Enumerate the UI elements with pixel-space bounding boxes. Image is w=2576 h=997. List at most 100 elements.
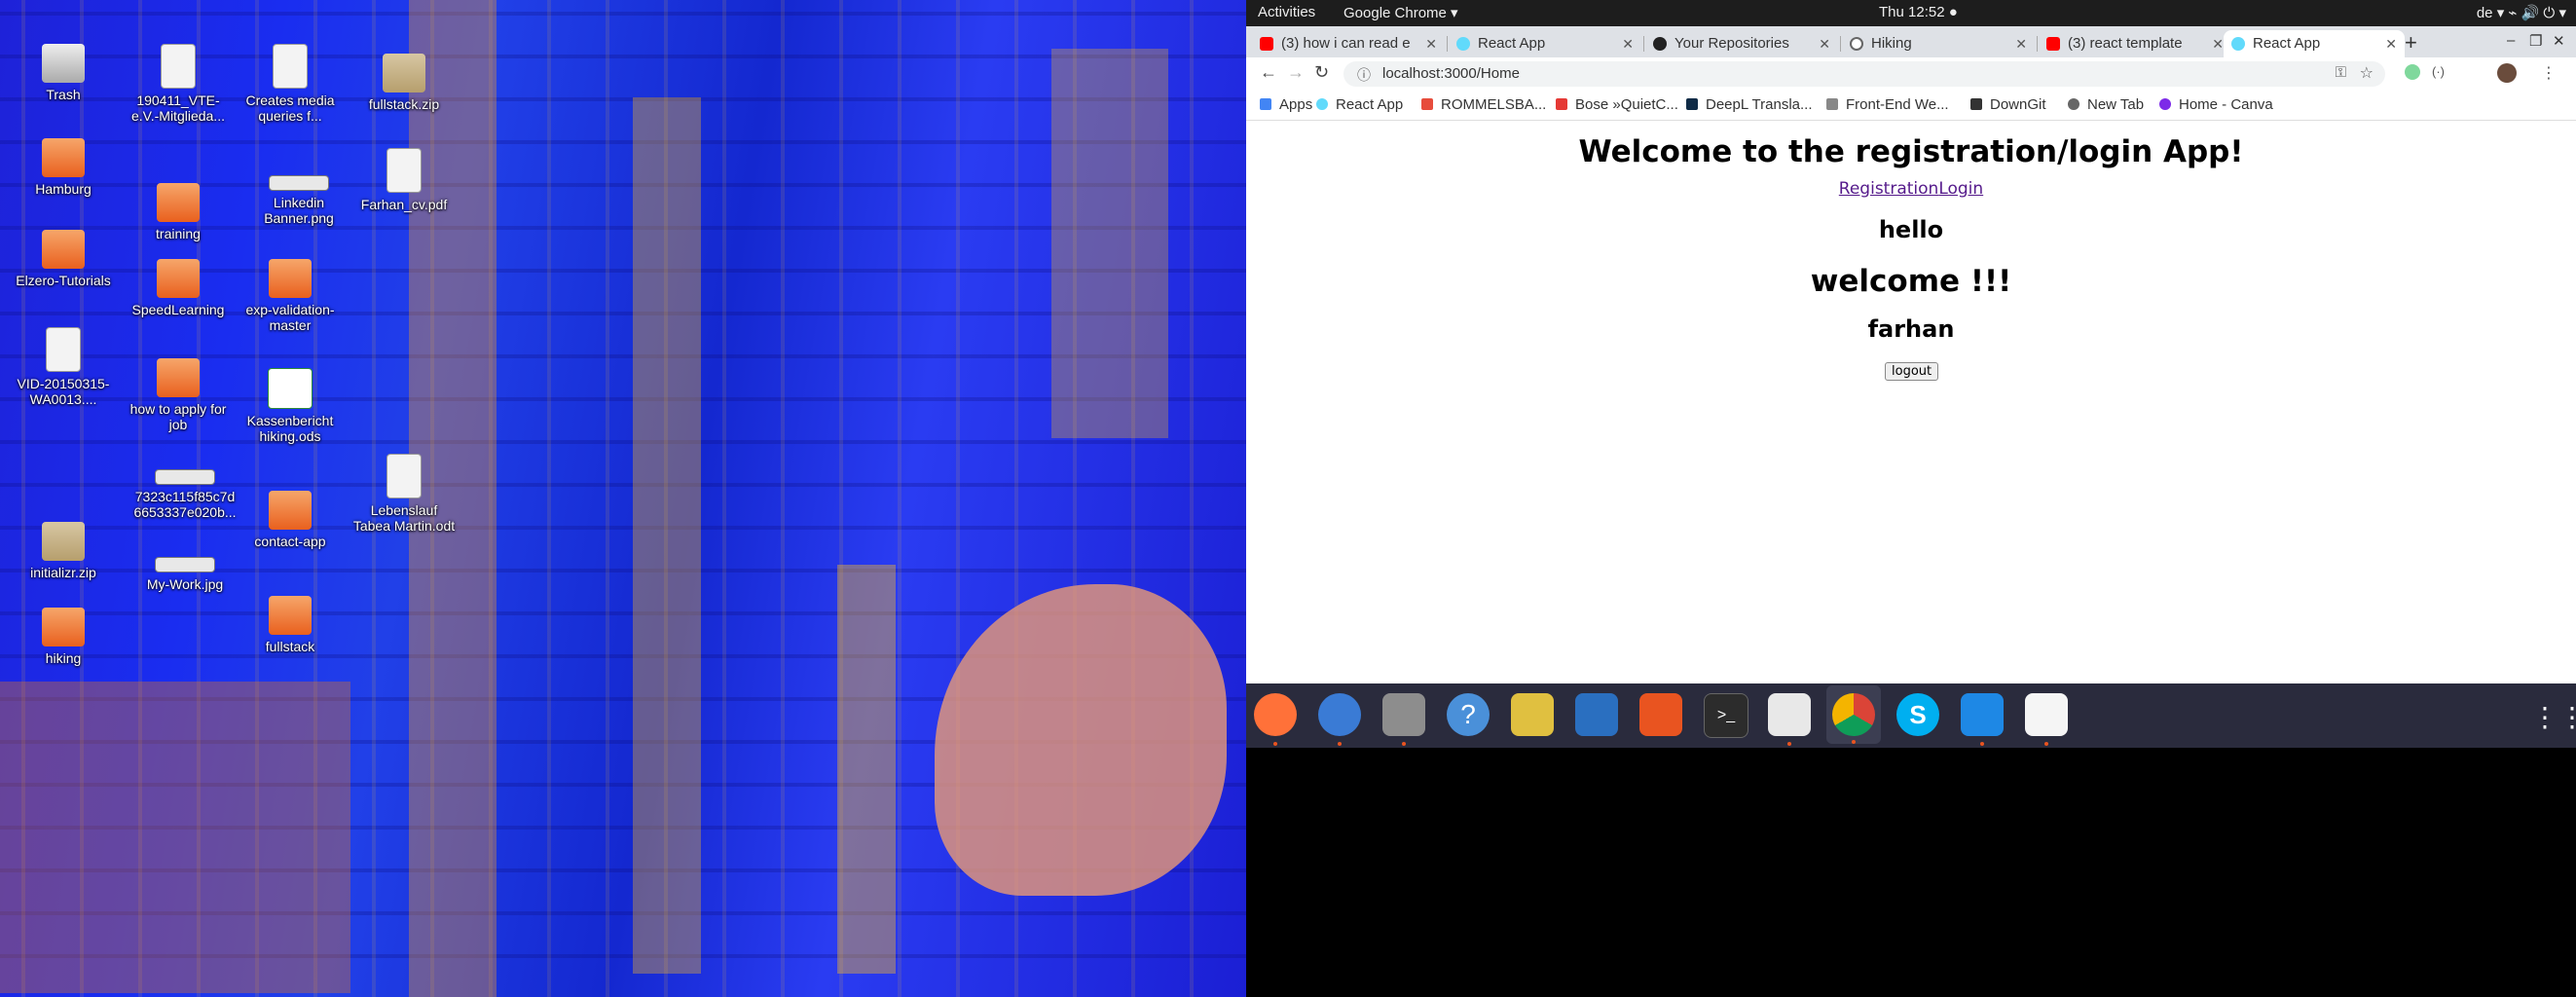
desktop-icon-video[interactable]: VID-20150315-WA0013.... [10, 327, 117, 407]
desktop-icon-image[interactable]: My-Work.jpg [131, 557, 239, 592]
tab-separator [1840, 36, 1841, 52]
files-icon[interactable] [1382, 693, 1425, 746]
welcome-heading: welcome !!! [1810, 264, 2012, 299]
desktop-icon-zip[interactable]: initializr.zip [10, 522, 117, 580]
image-icon [155, 469, 215, 485]
desktop-icon-label: Kassenbericht hiking.ods [246, 413, 334, 444]
login-link[interactable]: Login [1938, 179, 1983, 199]
image-icon [269, 175, 329, 191]
browser-tab[interactable]: (3) react template ✕ [2039, 30, 2231, 57]
folder-icon [42, 138, 85, 177]
rhythmbox-icon[interactable] [1511, 693, 1554, 736]
desktop-icon-folder[interactable]: training [125, 183, 232, 241]
wallpaper-stripe [633, 97, 701, 974]
system-tray[interactable]: de ▾ ⌁ 🔊 ⏻ ▾ [2477, 4, 2566, 21]
desktop-icon-folder[interactable]: how to apply for job [125, 358, 232, 432]
desktop-icon-label: Farhan_cv.pdf [360, 197, 448, 212]
browser-tab[interactable]: (3) how i can read e ✕ [1252, 30, 1445, 57]
desktop-icon-image[interactable]: 7323c115f85c7d6653337e020b... [131, 469, 239, 520]
youtube-icon [2046, 37, 2060, 51]
help-icon[interactable]: ? [1447, 693, 1490, 736]
running-indicator [1273, 742, 1277, 746]
forward-icon[interactable]: → [1287, 62, 1305, 83]
desktop-icon-document[interactable]: Creates media queries f... [237, 44, 344, 124]
browser-tab[interactable]: Hiking ✕ [1842, 30, 2035, 57]
desktop-icon-folder[interactable]: Hamburg [10, 138, 117, 197]
running-indicator [1402, 742, 1406, 746]
browser-tab[interactable]: React App ✕ [1449, 30, 1641, 57]
desktop-icon-label: 190411_VTE-e.V.-Mitglieda... [131, 92, 225, 124]
desktop-icon-trash[interactable]: Trash [10, 44, 117, 102]
running-indicator [1338, 742, 1342, 746]
desktop-icon-folder[interactable]: hiking [10, 608, 117, 666]
desktop-icon-document[interactable]: Lebenslauf Tabea Martin.odt [350, 454, 458, 534]
back-icon[interactable]: ← [1260, 62, 1277, 83]
desktop-icon-folder[interactable]: SpeedLearning [125, 259, 232, 317]
software-icon[interactable] [1639, 693, 1682, 736]
tab-separator [2037, 36, 2038, 52]
running-indicator [1852, 740, 1856, 744]
bookmark-item[interactable]: React App [1316, 96, 1403, 113]
page-content: Welcome to the registration/login App! R… [1246, 121, 2576, 683]
desktop-icon-folder[interactable]: Elzero-Tutorials [10, 230, 117, 288]
star-icon[interactable]: ☆ [2360, 63, 2374, 83]
desktop-icon-label: Lebenslauf Tabea Martin.odt [352, 502, 456, 534]
image-icon [155, 557, 215, 572]
activities-button[interactable]: Activities [1258, 4, 1315, 20]
registration-link[interactable]: Registration [1839, 179, 1939, 199]
browser-tab-active[interactable]: React App ✕ [2224, 30, 2405, 57]
close-icon[interactable]: ✕ [2015, 30, 2027, 57]
clock[interactable]: Thu 12:52 ● [1879, 4, 1958, 20]
bookmark-item[interactable]: DownGit [1970, 96, 2046, 113]
new-tab-button[interactable]: + [2405, 30, 2417, 55]
bookmark-apps[interactable]: Apps [1260, 96, 1312, 113]
address-bar[interactable]: ⓘ localhost:3000/Home ⚿ ☆ [1343, 61, 2385, 87]
desktop-icon-label: Creates media queries f... [245, 92, 335, 124]
close-window-icon[interactable]: ✕ [2553, 32, 2565, 50]
bookmark-item[interactable]: Front-End We... [1826, 96, 1949, 113]
extension-icon[interactable]: (·) [2432, 64, 2445, 79]
reload-icon[interactable]: ↻ [1314, 62, 1329, 83]
bookmark-item[interactable]: ROMMELSBA... [1421, 96, 1546, 113]
desktop-icon-folder[interactable]: exp-validation-master [237, 259, 344, 333]
thunderbird-icon[interactable] [1318, 693, 1361, 746]
chrome-window: (3) how i can read e ✕ React App ✕ Your … [1246, 26, 2576, 683]
desktop-icon-image[interactable]: Linkedin Banner.png [245, 175, 352, 226]
desktop-icon-spreadsheet[interactable]: Kassenbericht hiking.ods [237, 368, 344, 444]
bookmark-item[interactable]: Home - Canva [2159, 96, 2273, 113]
slack-icon[interactable] [1768, 693, 1811, 746]
browser-tab[interactable]: Your Repositories ✕ [1645, 30, 1838, 57]
chrome-active-slot[interactable] [1826, 685, 1881, 744]
desktop-icon-zip[interactable]: fullstack.zip [350, 54, 458, 112]
terminal-icon[interactable]: >_ [1704, 693, 1748, 738]
avatar[interactable] [2497, 63, 2517, 83]
extension-icon[interactable] [2405, 64, 2420, 80]
writer-icon[interactable] [1575, 693, 1618, 736]
bookmark-item[interactable]: Bose »QuietC... [1556, 96, 1678, 113]
firefox-icon[interactable] [1254, 693, 1297, 746]
key-icon[interactable]: ⚿ [2336, 64, 2346, 81]
bookmark-item[interactable]: DeepL Transla... [1686, 96, 1813, 113]
menu-icon[interactable]: ⋮ [2541, 63, 2557, 83]
vscode-icon[interactable] [1961, 693, 2004, 746]
desktop-icon-folder[interactable]: fullstack [237, 596, 344, 654]
desktop-icon-document[interactable]: 190411_VTE-e.V.-Mitglieda... [125, 44, 232, 124]
bookmark-item[interactable]: New Tab [2068, 96, 2144, 113]
desktop-icon-pdf[interactable]: Farhan_cv.pdf [350, 148, 458, 212]
close-icon[interactable]: ✕ [2385, 30, 2397, 57]
close-icon[interactable]: ✕ [1819, 30, 1830, 57]
close-icon[interactable]: ✕ [1622, 30, 1634, 57]
logout-button[interactable]: logout [1885, 362, 1939, 381]
deepl-icon [1686, 98, 1698, 110]
document-viewer-icon[interactable] [2025, 693, 2068, 746]
close-icon[interactable]: ✕ [2212, 30, 2224, 57]
minimize-icon[interactable]: – [2507, 32, 2515, 49]
desktop-icon-folder[interactable]: contact-app [237, 491, 344, 549]
info-icon[interactable]: ⓘ [1357, 65, 1371, 85]
skype-icon[interactable]: S [1896, 693, 1939, 736]
show-applications-icon[interactable]: ⋮⋮⋮ [2531, 701, 2576, 733]
restore-icon[interactable]: ❐ [2529, 32, 2542, 50]
tab-separator [1643, 36, 1644, 52]
close-icon[interactable]: ✕ [1425, 30, 1437, 57]
app-menu[interactable]: Google Chrome ▾ [1343, 4, 1458, 21]
